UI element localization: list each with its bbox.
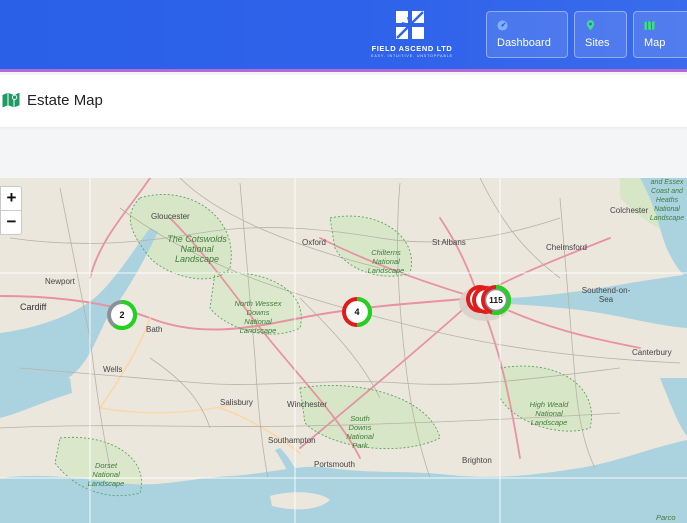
park-label: North Wessex Downs National Landscape <box>234 299 282 335</box>
map-zoom-control: + − <box>0 186 22 235</box>
place-label: Brighton <box>462 456 492 465</box>
site-cluster-marker[interactable]: 4 <box>339 294 375 330</box>
place-label: Cardiff <box>20 302 47 312</box>
site-cluster-marker-stack[interactable]: 115 <box>462 281 518 321</box>
park-label: Chilterns National Landscape <box>367 248 405 275</box>
nav-map-button[interactable]: Map <box>633 11 687 58</box>
place-label: Wells <box>103 365 123 374</box>
place-label: Winchester <box>287 400 328 409</box>
page-title-bar: Estate Map <box>0 75 687 127</box>
brand-name: FIELD ASCEND LTD <box>371 44 453 53</box>
brand-tagline: EASY. INTUITIVE. UNSTOPPABLE <box>371 54 453 58</box>
cluster-count: 4 <box>354 307 359 317</box>
place-label: Canterbury <box>632 348 672 357</box>
place-label: Colchester <box>610 206 649 215</box>
place-label: Bath <box>146 325 163 334</box>
place-label: Salisbury <box>220 398 253 407</box>
map-pin-icon <box>586 20 595 31</box>
place-label: Oxford <box>302 238 327 247</box>
nav-map-label: Map <box>644 37 666 49</box>
place-label: Portsmouth <box>314 460 355 469</box>
map-icon <box>644 20 655 31</box>
park-label: Parco <box>656 513 676 522</box>
site-cluster-marker[interactable]: 2 <box>104 297 140 333</box>
top-navbar: FIELD ASCEND LTD EASY. INTUITIVE. UNSTOP… <box>0 0 687 72</box>
park-label: South Downs National Park <box>346 414 374 450</box>
park-label: Dorset National Landscape <box>87 461 125 488</box>
nav-dashboard-button[interactable]: Dashboard <box>486 11 568 58</box>
cluster-count: 115 <box>489 295 503 305</box>
place-label: St Albans <box>432 238 466 247</box>
page-title: Estate Map <box>27 92 103 109</box>
nav-sites-button[interactable]: Sites <box>574 11 627 58</box>
park-label: High Weald National Landscape <box>529 400 569 427</box>
place-label: Gloucester <box>151 212 190 221</box>
brand-logo-block[interactable]: FIELD ASCEND LTD EASY. INTUITIVE. UNSTOP… <box>360 10 464 62</box>
park-label: The Cotswolds National Landscape <box>167 234 227 264</box>
park-label: and Essex Coast and Heaths National Land… <box>649 179 685 222</box>
brand-logo-icon <box>396 11 424 39</box>
estate-map[interactable]: Gloucester Oxford St Albans Chelmsford C… <box>0 178 687 523</box>
nav-sites-label: Sites <box>585 37 610 49</box>
place-label: Chelmsford <box>546 243 587 252</box>
place-label: Newport <box>45 277 75 286</box>
place-label: Southampton <box>268 436 316 445</box>
zoom-out-button[interactable]: − <box>1 211 22 235</box>
place-label: Southend-on-Sea <box>581 286 631 304</box>
dashboard-icon <box>497 20 508 31</box>
nav-dashboard-label: Dashboard <box>497 37 551 49</box>
zoom-in-button[interactable]: + <box>1 187 22 211</box>
map-icon <box>2 92 20 108</box>
cluster-count: 2 <box>119 310 124 320</box>
